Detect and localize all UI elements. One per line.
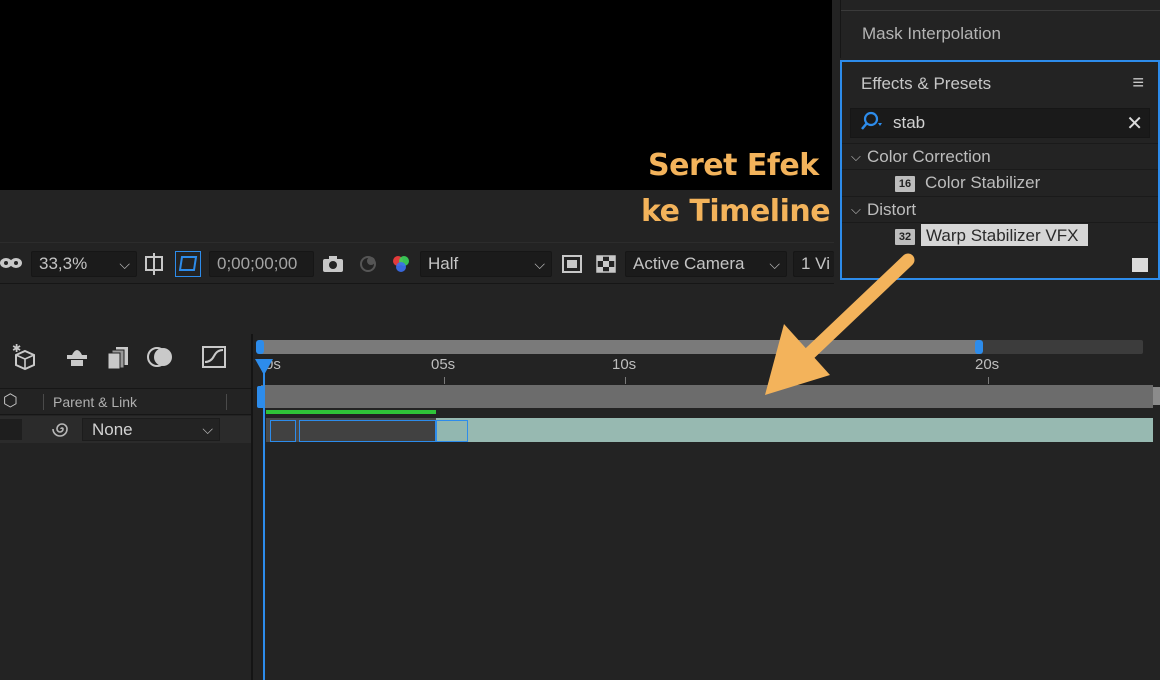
show-snapshot-icon[interactable] xyxy=(355,251,381,277)
parent-dropdown[interactable]: None ⌵ xyxy=(82,418,220,441)
parent-value: None xyxy=(92,420,133,439)
ruler-tick xyxy=(988,377,989,384)
timecode-display[interactable]: 0;00;00;00 xyxy=(209,251,314,277)
timeline-column-header: ⬡ Parent & Link xyxy=(0,388,252,415)
effect-item-warp-stabilizer-vfx[interactable]: 32 Warp Stabilizer VFX xyxy=(842,222,1158,248)
layer-list-empty-area xyxy=(0,443,252,680)
effects-presets-panel: Effects & Presets ≡ ✕ ⌵ Color Correction… xyxy=(840,60,1160,280)
layer-thumbnail-frame[interactable] xyxy=(270,420,296,442)
ruler-label-20s: 20s xyxy=(975,356,1000,373)
snapshot-icon[interactable] xyxy=(320,251,346,277)
motion-blur-icon[interactable] xyxy=(145,342,175,372)
effect-label: Color Stabilizer xyxy=(925,173,1041,192)
resolution-dropdown[interactable]: Half ⌵ xyxy=(420,251,552,277)
graph-editor-icon[interactable] xyxy=(199,342,229,372)
layer-row[interactable]: None ⌵ xyxy=(0,416,252,443)
shy-layers-icon[interactable] xyxy=(62,342,92,372)
pick-whip-icon[interactable] xyxy=(52,417,72,446)
zoom-value: 33,3% xyxy=(39,254,88,273)
mask-interpolation-panel: Mask Interpolation xyxy=(840,0,1160,58)
category-distort[interactable]: ⌵ Distort xyxy=(842,196,1158,222)
effects-search-field[interactable]: ✕ xyxy=(850,108,1150,138)
draft-3d-icon[interactable]: ✱ xyxy=(10,342,40,372)
views-dropdown[interactable]: 1 Vi xyxy=(793,251,834,277)
camera-dropdown[interactable]: Active Camera ⌵ xyxy=(625,251,787,277)
category-color-correction[interactable]: ⌵ Color Correction xyxy=(842,143,1158,169)
camera-value: Active Camera xyxy=(633,254,745,273)
resolution-value: Half xyxy=(428,254,459,273)
layer-thumbnail-frame[interactable] xyxy=(436,420,468,442)
category-label: Color Correction xyxy=(867,147,991,166)
work-area-bar[interactable] xyxy=(261,385,1153,408)
navigator-end-handle[interactable] xyxy=(975,340,983,354)
category-label: Distort xyxy=(867,200,917,219)
channel-icon[interactable] xyxy=(388,251,414,277)
ruler-label-05s: 05s xyxy=(431,356,456,373)
transparency-grid-icon[interactable] xyxy=(593,251,619,277)
bit-depth-32-icon: 32 xyxy=(895,229,915,245)
label-color-swatch[interactable] xyxy=(0,419,22,440)
mask-interpolation-tab[interactable]: Mask Interpolation xyxy=(862,24,1001,44)
chevron-down-icon: ⌵ xyxy=(119,256,130,272)
search-input[interactable] xyxy=(893,112,1123,134)
viewer-toolbar: 33,3% ⌵ 0;00;00;00 Half ⌵ Active Camera … xyxy=(0,242,834,284)
bit-depth-16-icon: 16 xyxy=(895,176,915,192)
instruction-line-2: ke Timeline xyxy=(641,194,831,229)
instruction-line-1: Seret Efek xyxy=(648,148,819,183)
clear-search-icon[interactable]: ✕ xyxy=(1126,111,1143,136)
panel-divider xyxy=(841,10,1160,11)
ruler-label-10s: 10s xyxy=(612,356,637,373)
ruler-tick xyxy=(444,377,445,384)
frame-blending-icon[interactable] xyxy=(104,342,134,372)
timeline-track-area[interactable]: 0s 05s 10s 20s xyxy=(253,334,1160,680)
chevron-down-icon[interactable]: ⌵ xyxy=(851,197,861,222)
panel-title[interactable]: Effects & Presets xyxy=(861,74,991,94)
column-separator[interactable] xyxy=(226,394,227,410)
effect-label: Warp Stabilizer VFX xyxy=(926,226,1079,245)
timecode-value: 0;00;00;00 xyxy=(217,254,298,273)
region-icon[interactable] xyxy=(175,251,201,277)
timeline-switches-bar: ✱ xyxy=(0,334,252,380)
zoom-dropdown[interactable]: 33,3% ⌵ xyxy=(31,251,137,277)
fit-icon[interactable] xyxy=(141,251,167,277)
hamburger-menu-icon[interactable]: ≡ xyxy=(1132,72,1144,95)
layer-thumbnail-frame[interactable] xyxy=(299,420,436,442)
mask-icon[interactable] xyxy=(0,251,24,277)
chevron-down-icon: ⌵ xyxy=(534,256,545,272)
current-time-indicator[interactable] xyxy=(263,362,265,680)
navigator-start-handle[interactable] xyxy=(256,340,264,354)
time-navigator-range[interactable] xyxy=(258,340,980,354)
new-preset-icon[interactable] xyxy=(1132,258,1148,272)
views-value: 1 Vi xyxy=(801,254,830,273)
chevron-down-icon: ⌵ xyxy=(769,256,780,272)
column-separator[interactable] xyxy=(43,394,44,410)
3d-layer-icon: ⬡ xyxy=(3,391,18,410)
work-area-end-handle[interactable] xyxy=(1153,387,1160,405)
toggle-mask-icon[interactable] xyxy=(559,251,585,277)
search-icon[interactable] xyxy=(859,111,887,139)
parent-link-column-label[interactable]: Parent & Link xyxy=(53,394,137,410)
ruler-tick xyxy=(625,377,626,384)
chevron-down-icon[interactable]: ⌵ xyxy=(851,144,861,169)
effect-item-color-stabilizer[interactable]: 16 Color Stabilizer xyxy=(842,169,1158,195)
svg-text:✱: ✱ xyxy=(12,342,21,355)
render-cache-bar xyxy=(266,410,436,414)
chevron-down-icon: ⌵ xyxy=(202,421,213,437)
